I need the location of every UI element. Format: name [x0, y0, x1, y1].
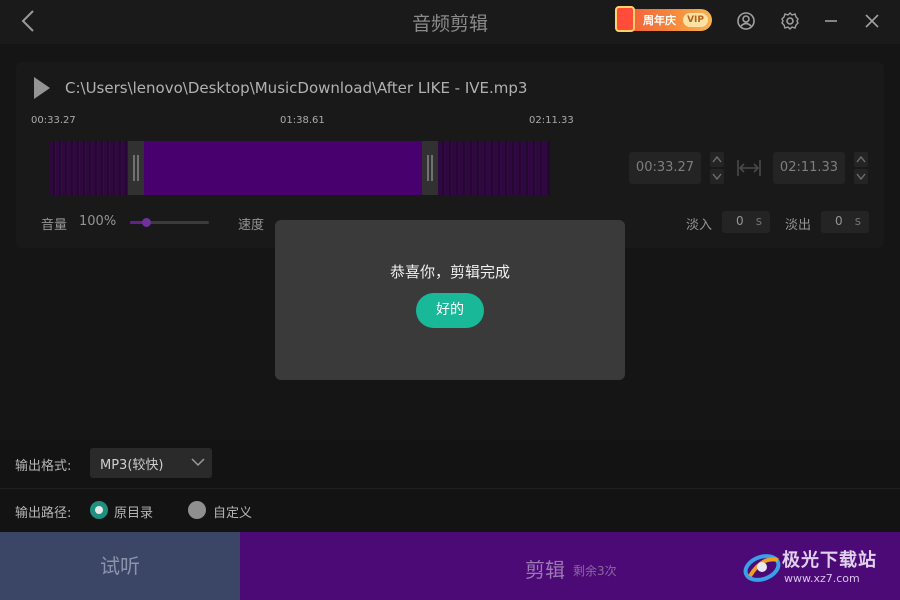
user-icon[interactable]: [735, 10, 757, 32]
vip-tag: VIP: [683, 13, 708, 27]
start-trim-handle[interactable]: [128, 141, 144, 195]
start-time-down-button[interactable]: [710, 169, 724, 184]
dialog-message: 恭喜你，剪辑完成: [389, 263, 510, 281]
watermark-logo: [740, 546, 784, 586]
fade-in-unit: s: [755, 214, 762, 228]
page-title: 音频剪辑: [411, 13, 488, 35]
waveform-unselected-left: [50, 141, 128, 195]
end-time-input[interactable]: 02:11.33: [773, 152, 845, 184]
start-time-stepper: [710, 152, 724, 184]
output-format-label: 输出格式:: [15, 459, 72, 474]
preview-button[interactable]: 试听: [0, 532, 240, 600]
play-icon[interactable]: [33, 76, 51, 100]
custom-directory-label[interactable]: 自定义: [213, 502, 252, 521]
file-path: C:\Users\lenovo\Desktop\MusicDownload\Af…: [65, 79, 528, 97]
minimize-icon[interactable]: [820, 10, 842, 32]
volume-slider[interactable]: [130, 218, 209, 227]
start-time-up-button[interactable]: [710, 152, 724, 167]
radio-custom-directory[interactable]: [188, 501, 206, 519]
original-directory-label[interactable]: 原目录: [114, 502, 153, 521]
promo-label: 周年庆: [643, 14, 676, 27]
radio-original-directory[interactable]: [90, 501, 108, 519]
fade-in-input[interactable]: 0 s: [722, 211, 770, 233]
title-bar: 音频剪辑 周年庆 VIP: [0, 0, 900, 44]
fade-out-label: 淡出: [785, 218, 812, 233]
chevron-down-icon: [190, 454, 206, 470]
timeline-start-mark: 00:33.27: [31, 115, 76, 126]
fade-out-input[interactable]: 0 s: [821, 211, 869, 233]
speed-label: 速度: [238, 218, 265, 233]
waveform-selected-region: [144, 141, 422, 195]
volume-slider-knob[interactable]: [141, 218, 151, 227]
output-format-value: MP3(较快): [100, 458, 164, 473]
waveform[interactable]: [50, 141, 550, 195]
cut-button-label: 剪辑: [525, 558, 565, 582]
volume-value: 100%: [79, 214, 117, 229]
watermark-url: www.xz7.com: [784, 572, 860, 585]
volume-label: 音量: [41, 218, 68, 233]
output-format-row: 输出格式: MP3(较快): [0, 440, 900, 488]
back-icon[interactable]: [16, 8, 42, 34]
anniversary-promo-badge[interactable]: 周年庆 VIP: [615, 6, 712, 32]
watermark-text: 极光下载站: [782, 550, 877, 571]
range-lock-icon[interactable]: [736, 157, 762, 179]
end-trim-handle[interactable]: [422, 141, 438, 195]
end-time-up-button[interactable]: [854, 152, 868, 167]
timeline-middle-mark: 01:38.61: [280, 115, 325, 126]
gear-icon[interactable]: [779, 10, 801, 32]
fade-out-unit: s: [854, 214, 861, 228]
timeline-end-mark: 02:11.33: [529, 115, 574, 126]
output-path-label: 输出路径:: [15, 506, 72, 521]
completion-dialog: 恭喜你，剪辑完成 好的: [275, 220, 625, 380]
start-time-input[interactable]: 00:33.27: [629, 152, 701, 184]
end-time-down-button[interactable]: [854, 169, 868, 184]
ok-button[interactable]: 好的: [416, 293, 484, 328]
output-format-select[interactable]: MP3(较快): [90, 448, 212, 478]
cut-remaining-count: 剩余3次: [573, 564, 617, 578]
close-icon[interactable]: [861, 10, 883, 32]
gift-icon: [615, 6, 635, 32]
fade-in-value: 0: [736, 214, 744, 228]
output-path-row: 输出路径: 原目录 自定义: [0, 488, 900, 532]
fade-in-label: 淡入: [686, 218, 713, 233]
end-time-stepper: [854, 152, 868, 184]
fade-out-value: 0: [835, 214, 843, 228]
cut-button[interactable]: 剪辑 剩余3次 极光下载站 www.xz7.com: [240, 532, 900, 600]
waveform-unselected-right: [438, 141, 548, 195]
